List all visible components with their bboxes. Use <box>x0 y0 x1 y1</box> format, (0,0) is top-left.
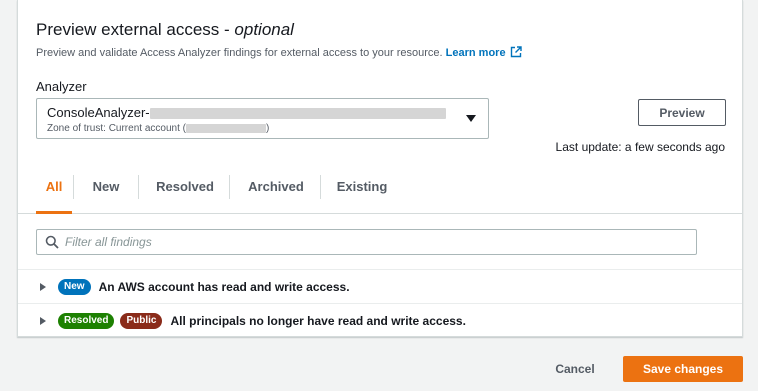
redacted-analyzer-id <box>149 108 446 120</box>
section-title-main: Preview external access - <box>36 20 235 39</box>
preview-button[interactable]: Preview <box>638 99 726 126</box>
status-badge-new: New <box>58 278 91 295</box>
status-badge-public: Public <box>120 312 163 329</box>
section-title-optional: optional <box>234 20 294 39</box>
analyzer-label: Analyzer <box>36 79 87 94</box>
cancel-button[interactable]: Cancel <box>543 357 607 381</box>
search-icon <box>45 235 59 254</box>
tab-divider <box>138 175 139 199</box>
tab-existing[interactable]: Existing <box>324 171 400 213</box>
tab-new[interactable]: New <box>78 171 134 213</box>
section-title: Preview external access - optional <box>36 20 294 40</box>
caret-right-icon[interactable] <box>40 316 46 325</box>
save-changes-button[interactable]: Save changes <box>623 356 743 382</box>
redacted-account-id <box>185 123 266 133</box>
analyzer-zone-of-trust: Zone of trust: Current account () <box>47 123 269 134</box>
tab-archived[interactable]: Archived <box>233 171 319 213</box>
learn-more-link[interactable]: Learn more <box>445 46 522 61</box>
tab-resolved[interactable]: Resolved <box>142 171 228 213</box>
section-description: Preview and validate Access Analyzer fin… <box>36 46 522 61</box>
findings-filter[interactable] <box>36 229 697 255</box>
status-badge-resolved: Resolved <box>58 312 115 329</box>
caret-down-icon <box>466 115 476 122</box>
tab-divider <box>320 175 321 199</box>
filter-findings-input[interactable] <box>65 233 685 251</box>
caret-right-icon[interactable] <box>40 282 46 291</box>
external-link-icon <box>510 46 522 61</box>
analyzer-name: ConsoleAnalyzer- <box>47 105 150 120</box>
findings-tabs: All New Resolved Archived Existing <box>18 171 742 214</box>
zone-suffix: ) <box>265 123 270 134</box>
finding-row[interactable]: New An AWS account has read and write ac… <box>18 269 742 303</box>
finding-text: All principals no longer have read and w… <box>170 313 466 328</box>
tab-divider <box>73 175 74 199</box>
analyzer-select[interactable]: ConsoleAnalyzer- Zone of trust: Current … <box>36 98 489 139</box>
analyzer-selected-value: ConsoleAnalyzer- <box>47 105 446 120</box>
findings-list: New An AWS account has read and write ac… <box>18 269 742 337</box>
tab-divider <box>229 175 230 199</box>
preview-external-access-panel: Preview external access - optional Previ… <box>17 0 743 337</box>
finding-text: An AWS account has read and write access… <box>98 279 350 294</box>
tab-all[interactable]: All <box>36 171 72 214</box>
description-text: Preview and validate Access Analyzer fin… <box>36 47 443 59</box>
learn-more-label: Learn more <box>445 47 506 59</box>
zone-prefix: Zone of trust: Current account ( <box>47 123 186 134</box>
finding-row[interactable]: Resolved Public All principals no longer… <box>18 303 742 337</box>
last-update-text: Last update: a few seconds ago <box>555 140 725 154</box>
